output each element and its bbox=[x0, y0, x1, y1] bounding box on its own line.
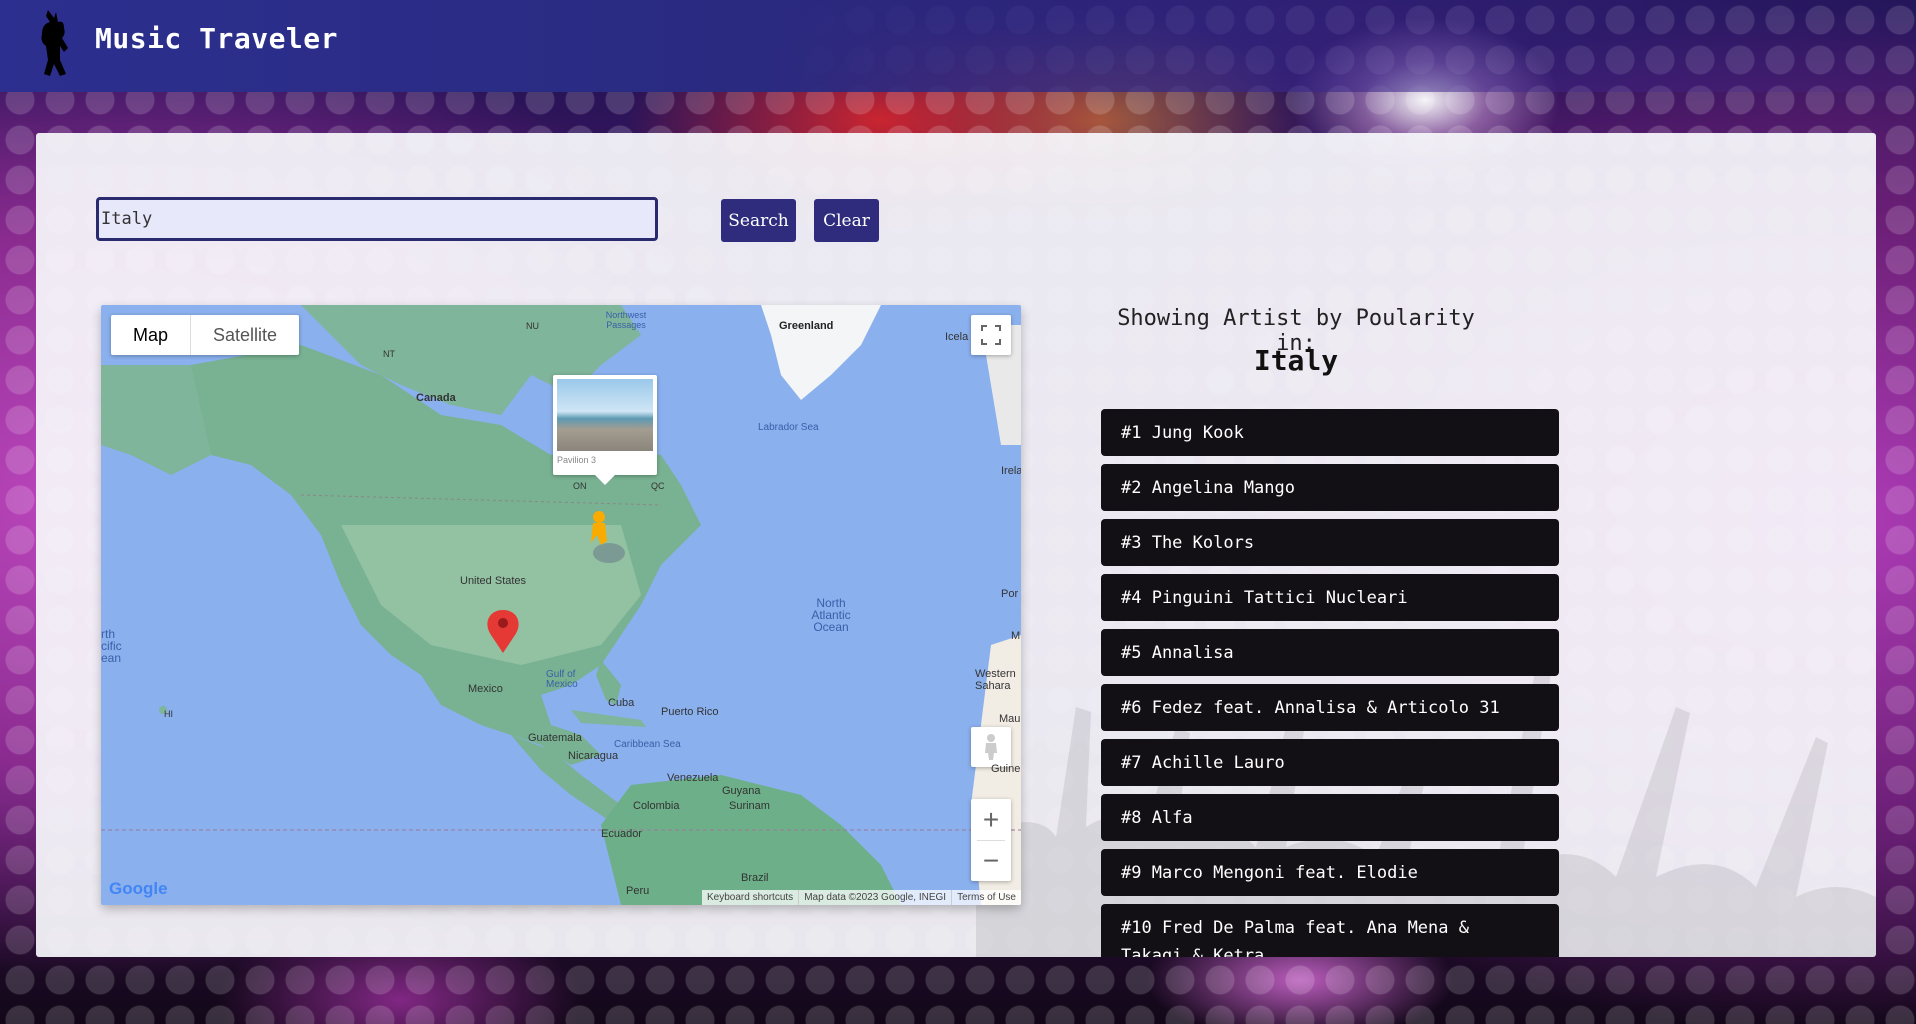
map-label-united-states: United States bbox=[460, 575, 527, 587]
map-label-pacific: rth cific ean bbox=[101, 627, 122, 665]
map-label-puerto-rico: Puerto Rico bbox=[661, 706, 719, 718]
map-label-suriname: Surinam bbox=[729, 800, 770, 812]
keyboard-shortcuts-link[interactable]: Keyboard shortcuts bbox=[702, 890, 798, 905]
map-label-caribbean-sea: Caribbean Sea bbox=[614, 739, 681, 750]
map-label-ecuador: Ecuador bbox=[601, 828, 642, 840]
artist-list-item[interactable]: #7 Achille Lauro bbox=[1101, 739, 1559, 786]
map-label-qc: QC bbox=[651, 481, 665, 491]
map-label-mexico: Mexico bbox=[468, 683, 503, 695]
artist-list-item[interactable]: #5 Annalisa bbox=[1101, 629, 1559, 676]
map-label-nu: NU bbox=[526, 321, 539, 331]
map-label-labrador-sea: Labrador Sea bbox=[758, 422, 819, 433]
map-label-nt: NT bbox=[383, 349, 395, 359]
results-country: Italy bbox=[1253, 344, 1339, 377]
google-logo[interactable]: Google bbox=[109, 879, 168, 899]
main-panel: Search Clear bbox=[36, 133, 1876, 957]
map-type-satellite-button[interactable]: Satellite bbox=[191, 315, 299, 355]
artist-list-item[interactable]: #4 Pinguini Tattici Nucleari bbox=[1101, 574, 1559, 621]
map-label-brazil: Brazil bbox=[741, 872, 769, 884]
map-type-map-button[interactable]: Map bbox=[111, 315, 192, 355]
map-type-control[interactable]: Map Satellite bbox=[111, 315, 300, 355]
street-view-thumbnail[interactable]: Pavilion 3 bbox=[553, 375, 657, 485]
map-attribution: Keyboard shortcuts Map data ©2023 Google… bbox=[702, 890, 1021, 905]
map-label-peru: Peru bbox=[626, 885, 650, 897]
pegman-control[interactable] bbox=[971, 727, 1011, 767]
map-label-colombia: Colombia bbox=[633, 800, 680, 812]
street-view-photo bbox=[557, 379, 653, 451]
map-label-morocco: M bbox=[1011, 630, 1021, 642]
app-header: Music Traveler bbox=[0, 0, 1916, 92]
map-label-canada: Canada bbox=[416, 392, 456, 404]
map-label-on: ON bbox=[573, 481, 587, 491]
map-label-nicaragua: Nicaragua bbox=[568, 750, 619, 762]
map-label-venezuela: Venezuela bbox=[667, 772, 719, 784]
map-label-portugal: Por bbox=[1001, 588, 1019, 600]
map-label-north-atlantic: North Atlantic Ocean bbox=[811, 596, 851, 634]
artist-list-item[interactable]: #1 Jung Kook bbox=[1101, 409, 1559, 456]
rocker-silhouette-icon bbox=[41, 10, 68, 76]
search-button[interactable]: Search bbox=[721, 199, 796, 242]
google-logo-text: Google bbox=[109, 879, 168, 898]
map-label-guyana: Guyana bbox=[722, 785, 761, 797]
photo-caption: Pavilion 3 bbox=[557, 455, 597, 465]
map-label-northwest-passages: Northwest Passages bbox=[605, 310, 647, 330]
fullscreen-icon bbox=[981, 325, 1001, 345]
artist-list-item[interactable]: #3 The Kolors bbox=[1101, 519, 1559, 566]
map-label-hi: HI bbox=[164, 709, 173, 719]
map-label-greenland: Greenland bbox=[779, 320, 834, 332]
map-view[interactable]: Map Satellite + − Pavilion 3 Greenland N… bbox=[101, 305, 1021, 905]
terms-of-use-link[interactable]: Terms of Use bbox=[951, 890, 1021, 905]
artist-list: #1 Jung Kook #2 Angelina Mango #3 The Ko… bbox=[1101, 409, 1559, 957]
clear-button[interactable]: Clear bbox=[814, 199, 879, 242]
artist-list-item[interactable]: #2 Angelina Mango bbox=[1101, 464, 1559, 511]
map-label-iceland: Icela bbox=[945, 331, 969, 343]
map-label-gulf-of-mexico: Gulf of Mexico bbox=[546, 669, 578, 690]
map-label-western-sahara: Western Sahara bbox=[975, 668, 1016, 692]
map-label-guatemala: Guatemala bbox=[528, 732, 582, 744]
zoom-out-button[interactable]: − bbox=[971, 841, 1011, 881]
artist-list-item[interactable]: #6 Fedez feat. Annalisa & Articolo 31 bbox=[1101, 684, 1559, 731]
map-label-guinea: Guine bbox=[991, 763, 1021, 775]
map-label-ireland: Irela bbox=[1001, 465, 1021, 477]
artist-list-item[interactable]: #10 Fred De Palma feat. Ana Mena & Takag… bbox=[1101, 904, 1559, 957]
artist-list-item[interactable]: #9 Marco Mengoni feat. Elodie bbox=[1101, 849, 1559, 896]
zoom-control[interactable]: + − bbox=[971, 799, 1011, 881]
search-input[interactable] bbox=[96, 197, 658, 241]
map-label-cuba: Cuba bbox=[608, 697, 635, 709]
map-data-text: Map data ©2023 Google, INEGI bbox=[798, 890, 951, 905]
zoom-in-button[interactable]: + bbox=[971, 800, 1011, 840]
artist-list-item[interactable]: #8 Alfa bbox=[1101, 794, 1559, 841]
app-title: Music Traveler bbox=[95, 22, 339, 55]
pegman-icon bbox=[985, 734, 997, 760]
map-label-mauritania: Maurita bbox=[999, 713, 1021, 725]
fullscreen-button[interactable] bbox=[971, 315, 1011, 355]
